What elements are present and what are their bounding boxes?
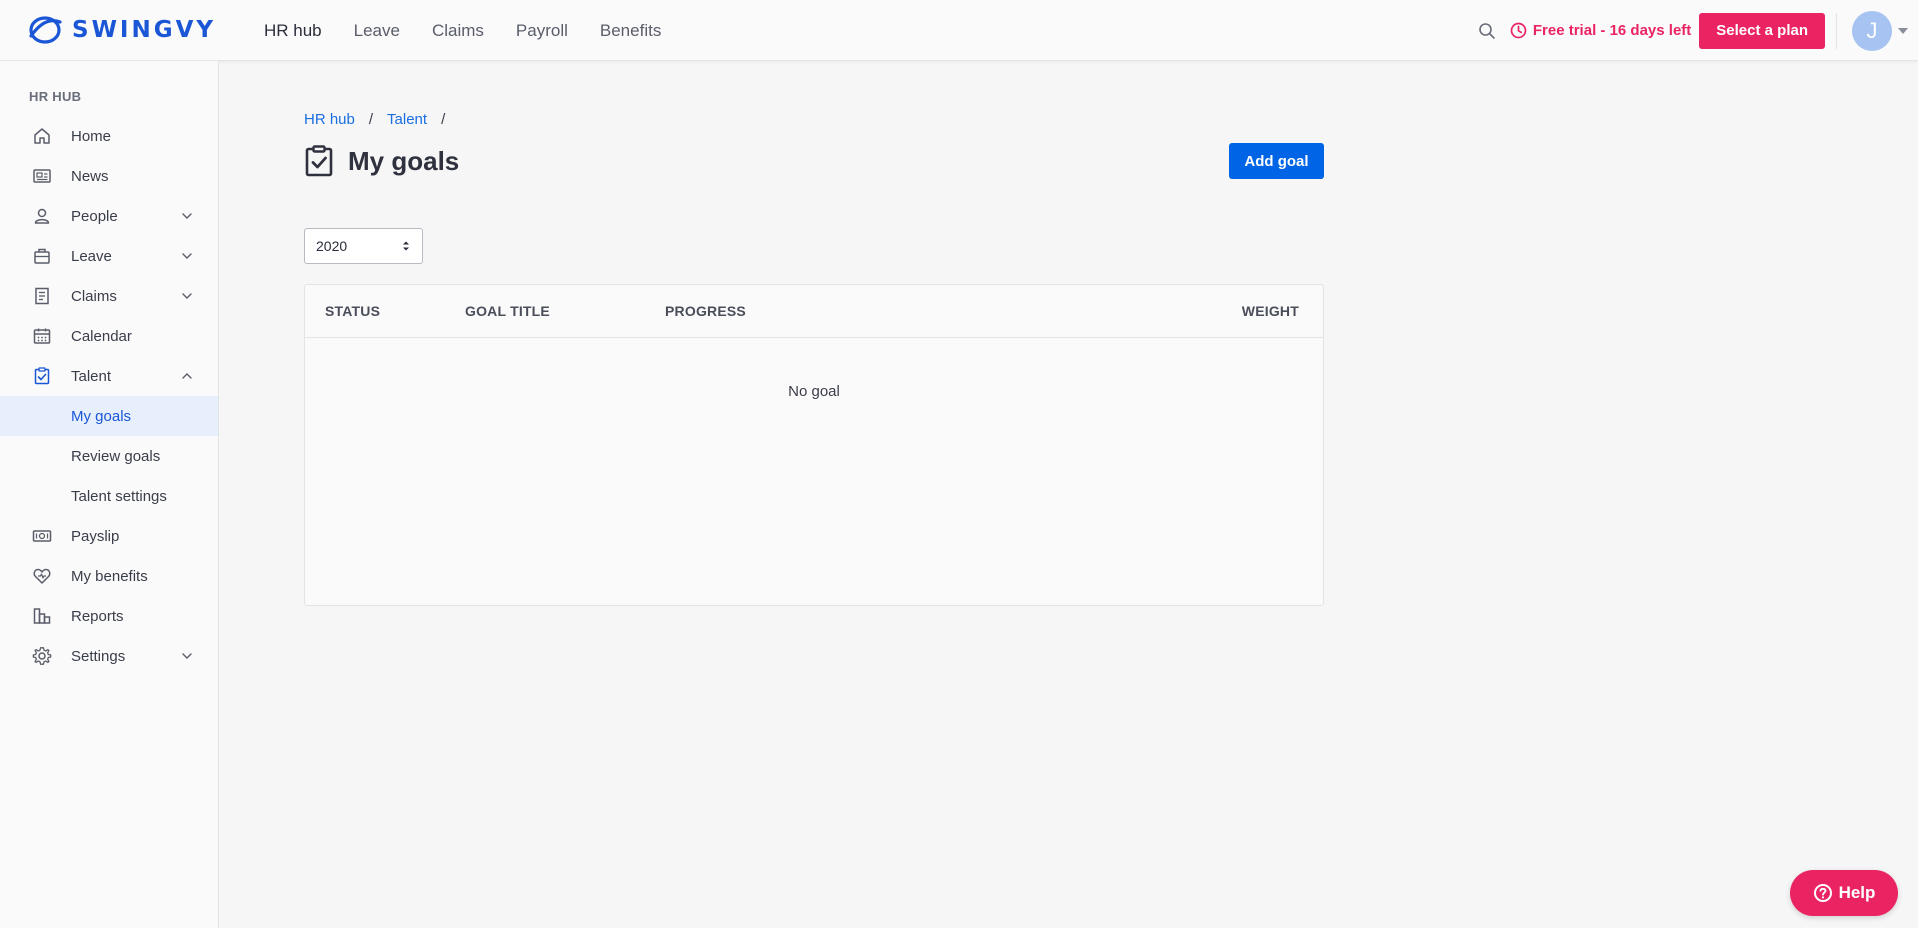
sidebar-item-settings[interactable]: Settings [0,636,218,676]
sidebar-item-calendar[interactable]: Calendar [0,316,218,356]
empty-state-text: No goal [788,383,840,400]
main-content: HR hub / Talent / My goals Add goal 2020… [220,61,1918,928]
page-heading: My goals [348,145,460,176]
sidebar-item-label: Review goals [71,447,161,465]
sidebar-item-label: Claims [71,287,117,305]
column-header-goal-title[interactable]: GOAL TITLE [465,303,550,319]
add-goal-button[interactable]: Add goal [1229,143,1324,179]
trial-text: Free trial - 16 days left [1532,22,1692,39]
goals-table: STATUS GOAL TITLE PROGRESS WEIGHT No goa… [304,284,1324,606]
topnav-hr-hub[interactable]: HR hub [264,21,322,41]
help-circle-icon [1813,884,1832,902]
sidebar-item-news[interactable]: News [0,156,218,196]
breadcrumb-hr-hub[interactable]: HR hub [304,111,355,128]
trial-status: Free trial - 16 days left [1510,22,1691,39]
year-select[interactable]: 2020 [304,228,423,264]
avatar-menu-toggle[interactable] [1898,27,1908,34]
sidebar-item-reports[interactable]: Reports [0,596,218,636]
sidebar-item-label: Calendar [71,327,132,345]
receipt-icon [35,287,49,305]
clipboard-check-icon [305,145,333,177]
sidebar-heading: HR HUB [29,89,82,104]
breadcrumb-talent[interactable]: Talent [387,111,427,128]
search-icon [1479,22,1495,39]
select-arrows-icon [403,241,409,251]
sidebar-item-my-goals[interactable]: My goals [0,396,218,436]
sidebar-item-payslip[interactable]: Payslip [0,516,218,556]
search-button[interactable] [1476,20,1498,42]
column-header-weight[interactable]: WEIGHT [1242,303,1299,319]
topnav-leave[interactable]: Leave [354,21,400,41]
column-header-status[interactable]: STATUS [325,303,380,319]
table-header: STATUS GOAL TITLE PROGRESS WEIGHT [305,285,1323,338]
heart-icon [33,568,51,584]
sidebar-item-label: Talent settings [71,487,167,505]
sidebar-item-label: People [71,207,118,225]
home-icon [34,128,50,144]
column-header-progress[interactable]: PROGRESS [665,303,746,319]
avatar[interactable]: J [1852,10,1892,51]
logo[interactable]: SWINGVY [28,14,216,46]
top-nav: HR hub Leave Claims Payroll Benefits [264,0,693,61]
topnav-claims[interactable]: Claims [432,21,484,41]
breadcrumb-separator: / [368,111,374,128]
money-icon [32,530,52,542]
sidebar-item-label: My goals [71,407,132,425]
sidebar-item-claims[interactable]: Claims [0,276,218,316]
chevron-down-icon [182,213,192,219]
chevron-down-icon [182,253,192,259]
header-divider [1836,12,1837,49]
help-button[interactable]: Help [1790,870,1898,916]
brand-name: SWINGVY [72,17,217,43]
breadcrumb: HR hub / Talent / [304,111,459,128]
chevron-down-icon [182,293,192,299]
page-title: My goals [304,145,459,177]
header-actions: Free trial - 16 days left Select a plan … [1476,0,1918,61]
sidebar-item-label: News [71,167,109,185]
help-label: Help [1838,883,1876,902]
sidebar-item-label: Settings [71,647,126,665]
briefcase-icon [34,248,50,264]
sidebar-item-leave[interactable]: Leave [0,236,218,276]
topnav-payroll[interactable]: Payroll [516,21,568,41]
chevron-down-icon [182,653,192,659]
sidebar-item-label: Reports [71,607,124,625]
caret-down-icon [1898,27,1908,34]
clipboard-check-icon [34,367,50,385]
sidebar-item-label: My benefits [71,567,148,585]
top-bar: SWINGVY HR hub Leave Claims Payroll Bene… [0,0,1918,61]
sidebar-item-home[interactable]: Home [0,116,218,156]
person-icon [34,208,50,224]
gear-icon [32,647,52,665]
sidebar-item-label: Talent [71,367,112,385]
clock-icon [1510,22,1527,39]
sidebar-item-label: Leave [71,247,112,265]
sidebar-item-label: Home [71,127,112,145]
chevron-up-icon [182,373,192,379]
swingvy-logo-icon [29,16,62,44]
calendar-icon [33,328,51,344]
sidebar-item-my-benefits[interactable]: My benefits [0,556,218,596]
breadcrumb-separator: / [441,111,446,128]
sidebar-item-people[interactable]: People [0,196,218,236]
topnav-benefits[interactable]: Benefits [600,21,661,41]
bar-chart-icon [33,608,51,624]
newspaper-icon [33,169,51,183]
year-select-value: 2020 [316,238,348,254]
select-plan-button[interactable]: Select a plan [1699,12,1825,49]
sidebar: HR HUB Home News People Leave Claims Cal… [0,61,219,928]
sidebar-item-review-goals[interactable]: Review goals [0,436,218,476]
sidebar-item-talent-settings[interactable]: Talent settings [0,476,218,516]
sidebar-item-talent[interactable]: Talent [0,356,218,396]
sidebar-item-label: Payslip [71,527,120,545]
